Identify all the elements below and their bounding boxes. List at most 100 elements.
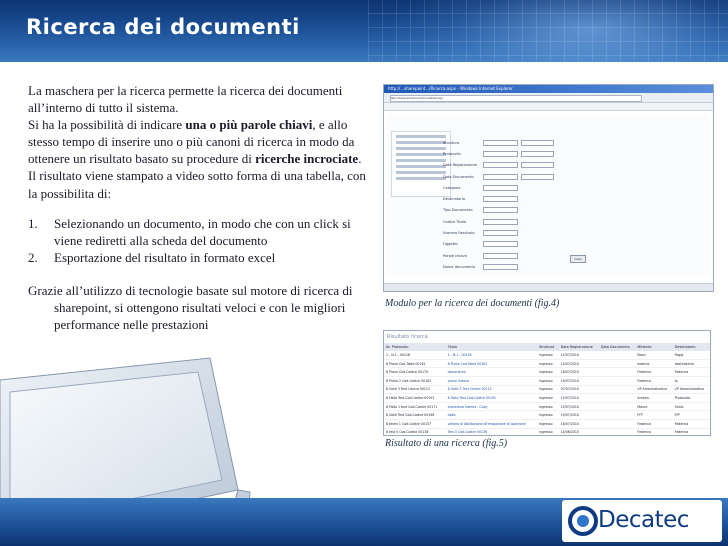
form-input-to[interactable] xyxy=(521,162,554,169)
form-input[interactable] xyxy=(483,150,518,157)
table-cell xyxy=(598,428,636,435)
result-title-link[interactable]: tiptis xyxy=(445,410,538,420)
address-bar[interactable]: http://sharepoint/sites/archivio/default… xyxy=(390,95,642,102)
result-title-link[interactable]: 6 Gotti 3 Test Centro 00112 xyxy=(445,385,538,395)
table-row[interactable]: 8 Gotti Test Cod.Codice 00196 tiptis Ingre… xyxy=(384,410,710,420)
table-row[interactable]: 8 Fatto 1 test Cod.Codice 00171 procedura… xyxy=(384,402,710,412)
result-title-link[interactable]: documento xyxy=(445,367,538,377)
browser-status-bar xyxy=(384,283,713,291)
form-input[interactable] xyxy=(483,252,518,259)
column-header[interactable]: Struttura xyxy=(537,343,559,352)
result-title-link[interactable]: prova interna xyxy=(445,376,538,386)
column-header[interactable]: Data Registrazione xyxy=(558,343,599,352)
form-input[interactable] xyxy=(483,196,518,203)
form-row: Codice Titolo xyxy=(443,216,573,227)
slide-title: Ricerca dei documenti xyxy=(26,15,300,39)
column-header[interactable]: Data Documento xyxy=(598,343,636,352)
table-cell: 8 Gotti 3 Test Centro 00112 xyxy=(384,385,446,395)
search-form: Struttura Protocollo Data Registrazione Dat… xyxy=(443,137,573,273)
table-cell: Ingresso xyxy=(537,410,559,420)
form-input[interactable] xyxy=(483,184,518,191)
table-cell xyxy=(598,367,636,377)
column-header[interactable]: Destinatario xyxy=(672,343,710,352)
logo-mark-icon xyxy=(568,506,598,536)
table-cell: Sirals xyxy=(672,402,710,412)
search-form-screenshot: http://...sharepoint.../Ricerca.aspx - W… xyxy=(383,84,714,292)
table-cell: 15/07/2010 xyxy=(558,402,599,412)
caption-fig4: Modulo per la ricerca dei documenti (fig… xyxy=(385,298,560,309)
form-input[interactable] xyxy=(483,218,518,225)
form-field-label: Struttura xyxy=(443,140,460,145)
result-title-link[interactable]: 8 Fatto Test Cod.Codice 00191 xyxy=(445,393,538,403)
table-cell: Federica xyxy=(635,419,673,429)
table-cell: Federica xyxy=(635,367,673,377)
form-input-to[interactable] xyxy=(521,173,554,180)
result-title-link[interactable]: Lettera di Abilitazione all'erogazione d… xyxy=(445,419,538,429)
table-cell: 12/07/2010 xyxy=(558,351,599,360)
form-row: Data Documento xyxy=(443,171,573,182)
form-row: Categoria xyxy=(443,182,573,193)
table-row[interactable]: 8 test 0 Cod.Codice 00138 Test 0 Cod.Codi… xyxy=(384,428,710,435)
form-input-to[interactable] xyxy=(521,150,554,157)
form-input[interactable] xyxy=(483,139,518,146)
table-cell: Ingresso xyxy=(537,367,559,377)
form-field-label: Protocollo xyxy=(443,151,461,156)
quick-launch-nav xyxy=(391,131,451,197)
table-cell: 14/06/2010 xyxy=(558,428,599,435)
form-field-label: Nome documento xyxy=(443,264,476,269)
result-table: Nr. Protocollo Titolo Struttura Data Regist… xyxy=(384,343,710,435)
form-input[interactable] xyxy=(483,207,518,214)
table-cell: 1 - N.1 - 00128 xyxy=(384,351,446,360)
form-row: Tipo Documento xyxy=(443,205,573,216)
form-field-label: Parole chiave xyxy=(443,253,467,258)
table-cell xyxy=(598,393,636,403)
form-field-label: Numero Fascicolo xyxy=(443,231,475,236)
table-cell: Ingresso xyxy=(537,419,559,429)
slide-body: La maschera per la ricerca permette la r… xyxy=(28,82,373,333)
table-row[interactable]: 8 Fatto Test Cod.Codice 00191 8 Fatto Tes… xyxy=(384,393,710,403)
table-cell: Ingresso xyxy=(537,402,559,412)
table-row[interactable]: 8 tesmi 1 Cod.Codice 00157 Lettera di Abi… xyxy=(384,419,710,429)
table-cell: 8 Prova 2 Cod.Codice 00181 xyxy=(384,376,446,386)
result-title-link[interactable]: Test 0 Cod.Codice 00138 xyxy=(445,428,538,435)
result-title-link[interactable]: procedura interna - Copy xyxy=(445,402,538,412)
form-input[interactable] xyxy=(483,241,518,248)
table-row[interactable]: 8 Prova 2 Cod.Codice 00181 prova interna I… xyxy=(384,376,710,386)
table-cell xyxy=(598,359,636,369)
table-cell: 8 test 0 Cod.Codice 00138 xyxy=(384,428,446,435)
form-input[interactable] xyxy=(483,263,518,270)
result-title-link[interactable]: 1 - N.1 - 00128 xyxy=(445,351,538,360)
table-row[interactable]: 8 Prova Cod.Tabla 00161 8 Prova Cod.Tabla… xyxy=(384,359,710,369)
sharepoint-page: Struttura Protocollo Data Registrazione Dat… xyxy=(387,115,709,275)
table-cell xyxy=(598,351,636,360)
table-row[interactable]: 1 - N.1 - 00128 1 - N.1 - 00128 Ingresso 12… xyxy=(384,351,710,360)
column-header[interactable]: Titolo xyxy=(445,343,538,352)
table-cell xyxy=(598,376,636,386)
table-cell: 19/07/2010 xyxy=(558,376,599,386)
table-row[interactable]: 8 Gotti 3 Test Centro 00112 6 Gotti 3 Tes… xyxy=(384,385,710,395)
form-row: Numero Fascicolo xyxy=(443,227,573,238)
table-cell: 8 Prova Cod.Tabla 00161 xyxy=(384,359,446,369)
result-title-link[interactable]: 8 Prova Cod.Tabla 00161 xyxy=(445,359,538,369)
table-cell: 8 tesmi 1 Cod.Codice 00157 xyxy=(384,419,446,429)
table-cell: FFF xyxy=(635,410,673,420)
table-cell: 12/07/2010 xyxy=(558,393,599,403)
table-cell: Ingresso xyxy=(537,428,559,435)
search-button[interactable]: Cerca xyxy=(570,255,586,263)
form-input[interactable] xyxy=(483,173,518,180)
form-field-label: Data Documento xyxy=(443,174,474,179)
form-input[interactable] xyxy=(483,162,518,169)
table-cell: 16/07/2010 xyxy=(558,367,599,377)
table-row[interactable]: 8 Prova Cod.Codice 00170 documento Ingress… xyxy=(384,367,710,377)
column-header[interactable]: Mittente xyxy=(635,343,673,352)
table-cell: Ingresso xyxy=(537,351,559,360)
result-heading: Risultato ricerca xyxy=(387,334,428,340)
form-input-to[interactable] xyxy=(521,139,554,146)
table-cell: 8 Prova Cod.Codice 00170 xyxy=(384,367,446,377)
form-input[interactable] xyxy=(483,230,518,237)
column-header[interactable]: Nr. Protocollo xyxy=(384,343,446,352)
form-row: Protocollo xyxy=(443,148,573,159)
table-cell: 19/07/2010 xyxy=(558,410,599,420)
table-cell: VP Amministrativo xyxy=(635,385,673,395)
search-result-screenshot: Risultato ricerca Nr. Protocollo Titolo St… xyxy=(383,330,711,436)
